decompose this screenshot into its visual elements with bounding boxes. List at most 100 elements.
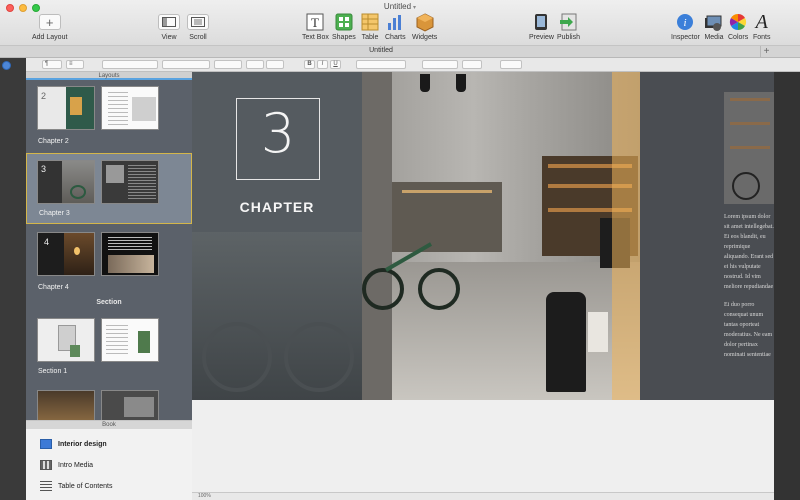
add-layout-button[interactable]: + Add Layout bbox=[32, 12, 67, 41]
book-header: Book bbox=[26, 421, 192, 429]
font-icon: A bbox=[755, 10, 768, 33]
interior-photo[interactable] bbox=[362, 72, 640, 400]
table-button[interactable]: Table bbox=[361, 12, 379, 41]
font-style-popup[interactable] bbox=[162, 60, 210, 69]
view-button[interactable]: View bbox=[158, 12, 180, 41]
book-item-label: Interior design bbox=[58, 440, 107, 448]
book-item-label: Intro Media bbox=[58, 461, 94, 469]
tablet-icon bbox=[533, 12, 549, 32]
window-title[interactable]: Untitled ▾ bbox=[0, 2, 800, 11]
alignment-segmented-control[interactable] bbox=[356, 60, 406, 69]
table-icon bbox=[361, 12, 379, 32]
book-item-interior-design[interactable]: Interior design bbox=[40, 437, 107, 451]
shapes-label: Shapes bbox=[332, 34, 356, 41]
widget-box-icon bbox=[415, 12, 435, 32]
section-heading: Section bbox=[96, 299, 122, 306]
chapter-heading[interactable]: CHAPTER bbox=[192, 199, 362, 215]
font-size-popup[interactable] bbox=[214, 60, 242, 69]
scroll-button[interactable]: Scroll bbox=[187, 12, 209, 41]
section-1-item[interactable]: Section 1 bbox=[26, 318, 192, 382]
tab-bar: Untitled + bbox=[0, 46, 800, 58]
chapter-2-label: Chapter 2 bbox=[38, 138, 69, 145]
body-text-paragraph-2[interactable]: Ei duo porro consequat unum tantas oport… bbox=[724, 300, 774, 360]
bar-chart-icon bbox=[386, 12, 404, 32]
right-page[interactable]: Lorem ipsum dolor sit amet intellegebat.… bbox=[640, 72, 774, 400]
layouts-sidebar: Layouts 2 Chapter 2 3 Chapter 3 4 Chapte… bbox=[26, 72, 192, 420]
colors-button[interactable]: Colors bbox=[728, 12, 748, 41]
fonts-label: Fonts bbox=[753, 34, 771, 41]
font-family-popup[interactable] bbox=[102, 60, 158, 69]
chapter-2-thumb-number: 2 bbox=[41, 91, 47, 101]
shapes-icon bbox=[334, 12, 354, 32]
book-panel: Book Interior design Intro Media Table o… bbox=[26, 420, 192, 500]
underline-button[interactable]: U bbox=[330, 60, 341, 69]
tab-untitled[interactable]: Untitled bbox=[0, 47, 762, 54]
book-item-intro-media[interactable]: Intro Media bbox=[40, 458, 93, 472]
chapter-2-thumb-left: 2 bbox=[37, 86, 95, 130]
section-1-thumb-right bbox=[101, 318, 159, 362]
columns-popup[interactable] bbox=[462, 60, 482, 69]
film-icon bbox=[40, 460, 52, 470]
navigation-icon[interactable] bbox=[2, 61, 11, 70]
next-thumb-right bbox=[101, 390, 159, 420]
plus-icon: + bbox=[38, 14, 61, 30]
list-icon: ≡ bbox=[69, 61, 73, 67]
chapter-title-panel[interactable]: 3 CHAPTER bbox=[192, 72, 362, 400]
format-bar: ¶ ≡ B I U bbox=[26, 58, 800, 72]
zoom-popup[interactable]: 100% bbox=[198, 493, 211, 499]
publish-icon bbox=[558, 12, 578, 32]
media-icon bbox=[704, 12, 724, 32]
paragraph-style-popup[interactable]: ¶ bbox=[42, 60, 62, 69]
italic-button[interactable]: I bbox=[317, 60, 328, 69]
scroll-icon bbox=[187, 14, 209, 30]
add-layout-label: Add Layout bbox=[32, 34, 68, 41]
vertical-scrollbar[interactable] bbox=[774, 72, 800, 500]
color-wheel-icon bbox=[728, 12, 748, 32]
chapter-4-thumb-left: 4 bbox=[37, 232, 95, 276]
list-icon bbox=[40, 481, 52, 491]
media-label: Media bbox=[704, 34, 724, 41]
highlight-color-well[interactable] bbox=[266, 60, 284, 69]
inspector-label: Inspector bbox=[671, 34, 700, 41]
chapter-2-thumb-right bbox=[101, 86, 159, 130]
toolbar: Untitled ▾ + Add Layout View Scroll T Tex… bbox=[0, 0, 800, 46]
next-layout-item[interactable] bbox=[26, 390, 192, 420]
chapter-2-item[interactable]: 2 Chapter 2 bbox=[26, 86, 192, 150]
body-text-paragraph-1[interactable]: Lorem ipsum dolor sit amet intellegebat.… bbox=[724, 212, 774, 292]
chapter-number[interactable]: 3 bbox=[236, 102, 320, 165]
chapter-3-thumb-left: 3 bbox=[37, 160, 95, 204]
book-item-table-of-contents[interactable]: Table of Contents bbox=[40, 479, 112, 493]
fonts-button[interactable]: A Fonts bbox=[753, 10, 771, 42]
chapter-4-item[interactable]: 4 Chapter 4 bbox=[26, 232, 192, 296]
canvas-background bbox=[192, 400, 774, 500]
text-color-well[interactable] bbox=[246, 60, 264, 69]
svg-text:i: i bbox=[684, 17, 687, 29]
textbox-button[interactable]: T Text Box bbox=[302, 12, 329, 41]
charts-button[interactable]: Charts bbox=[385, 12, 406, 41]
chapter-4-thumb-number: 4 bbox=[44, 237, 50, 247]
text-box-icon: T bbox=[305, 12, 325, 32]
charts-label: Charts bbox=[385, 34, 406, 41]
preview-button[interactable]: Preview bbox=[529, 12, 554, 41]
table-label: Table bbox=[361, 34, 379, 41]
book-item-label: Table of Contents bbox=[58, 482, 113, 490]
preview-label: Preview bbox=[529, 34, 554, 41]
page-canvas[interactable]: 3 CHAPTER Lorem ipsum dolor sit amet int… bbox=[192, 72, 774, 500]
scroll-label: Scroll bbox=[189, 34, 207, 41]
chapter-3-item[interactable]: 3 Chapter 3 bbox=[26, 153, 192, 224]
shapes-button[interactable]: Shapes bbox=[332, 12, 356, 41]
textbox-label: Text Box bbox=[302, 34, 329, 41]
publish-button[interactable]: Publish bbox=[557, 12, 580, 41]
view-icon bbox=[158, 14, 180, 30]
paragraph-icon: ¶ bbox=[45, 61, 49, 67]
widgets-button[interactable]: Widgets bbox=[412, 12, 437, 41]
line-spacing-popup[interactable] bbox=[422, 60, 458, 69]
list-bullets-popup[interactable] bbox=[500, 60, 522, 69]
window-title-text: Untitled bbox=[383, 2, 412, 11]
list-style-popup[interactable]: ≡ bbox=[66, 60, 84, 69]
app-window: Untitled ▾ + Add Layout View Scroll T Tex… bbox=[0, 0, 800, 500]
new-tab-button[interactable]: + bbox=[760, 46, 772, 58]
inspector-button[interactable]: i Inspector bbox=[671, 12, 700, 41]
media-button[interactable]: Media bbox=[704, 12, 724, 41]
bold-button[interactable]: B bbox=[304, 60, 315, 69]
